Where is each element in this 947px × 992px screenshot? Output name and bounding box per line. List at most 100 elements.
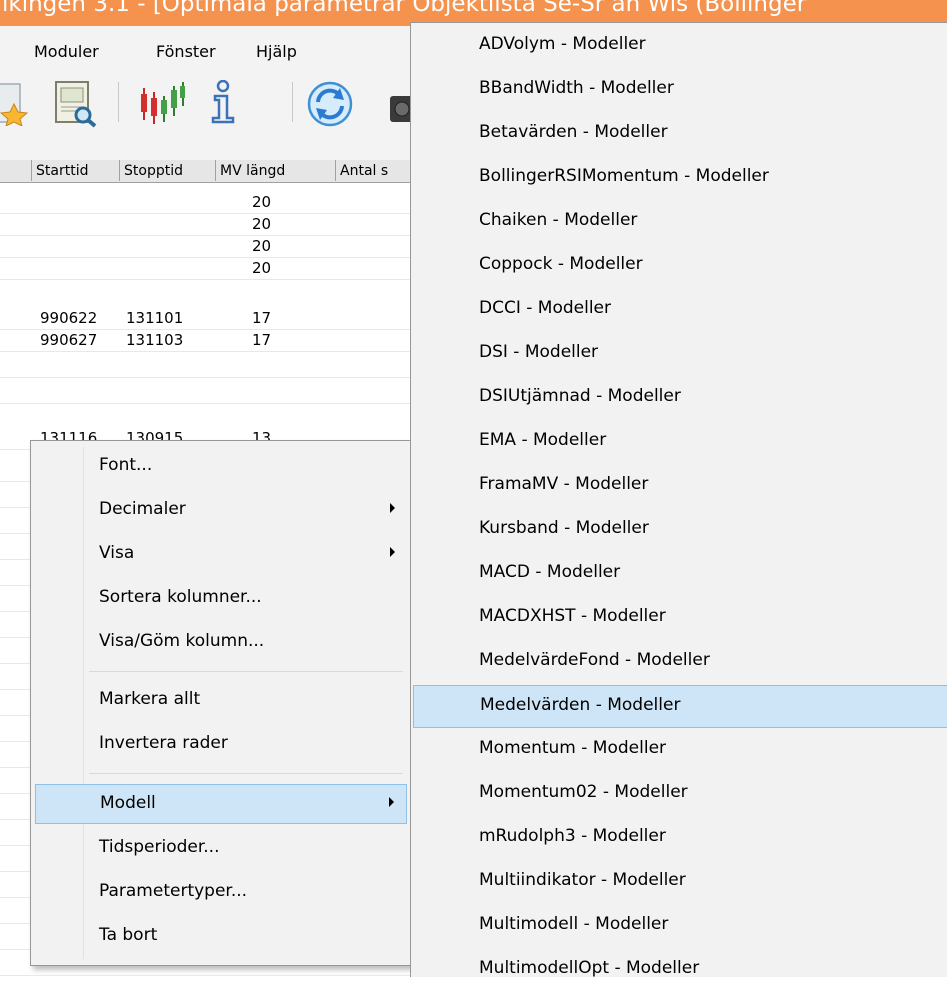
refresh-icon[interactable] xyxy=(306,80,354,128)
document-search-icon[interactable] xyxy=(50,80,100,128)
submenu-item[interactable]: EMA - Modeller xyxy=(413,421,947,464)
menu-hjalp[interactable]: Hjälp xyxy=(256,42,297,61)
candlestick-chart-icon[interactable] xyxy=(138,82,186,126)
menu-item-label: Ta bort xyxy=(99,925,158,945)
column-header-starttid[interactable]: Starttid xyxy=(32,160,120,181)
menu-item-tidsperioder[interactable]: Tidsperioder... xyxy=(35,829,407,869)
submenu-item-label: Momentum02 - Modeller xyxy=(479,782,688,802)
submenu-item-label: ADVolym - Modeller xyxy=(479,34,646,54)
menu-moduler[interactable]: Moduler xyxy=(34,42,99,61)
submenu-item-label: Coppock - Modeller xyxy=(479,254,643,274)
submenu-item[interactable]: MACDXHST - Modeller xyxy=(413,597,947,640)
window-title: ikingen 3.1 - [Optimala parametrar Objek… xyxy=(2,0,807,17)
cell-mv-langd: 17 xyxy=(252,331,272,349)
menu-item-ta-bort[interactable]: Ta bort xyxy=(35,917,407,957)
menu-item-label: Sortera kolumner... xyxy=(99,587,262,607)
submenu-item[interactable]: Momentum - Modeller xyxy=(413,729,947,772)
submenu-item[interactable]: Kursband - Modeller xyxy=(413,509,947,552)
star-document-icon[interactable] xyxy=(0,82,36,127)
cell-stopptid: 131103 xyxy=(126,331,184,349)
submenu-item[interactable]: BollingerRSIMomentum - Modeller xyxy=(413,157,947,200)
table-row[interactable]: 990622 131101 17 xyxy=(0,308,420,330)
cell-starttid: 990627 xyxy=(40,331,98,349)
cell-mv-langd: 20 xyxy=(252,215,272,233)
submenu-item-label: DSI - Modeller xyxy=(479,342,599,362)
submenu-item-label: DSIUtjämnad - Modeller xyxy=(479,386,681,406)
table-row[interactable]: 20 xyxy=(0,192,420,214)
submenu-item[interactable]: Betavärden - Modeller xyxy=(413,113,947,156)
submenu-item[interactable]: ADVolym - Modeller xyxy=(413,25,947,68)
submenu-item[interactable]: DSIUtjämnad - Modeller xyxy=(413,377,947,420)
toolbar-separator xyxy=(118,82,119,122)
table-row[interactable] xyxy=(0,356,420,378)
submenu-item[interactable]: Multiindikator - Modeller xyxy=(413,861,947,904)
menu-item-label: Visa xyxy=(99,543,135,563)
column-header-antal[interactable]: Antal s xyxy=(336,160,420,181)
menu-item-modell[interactable]: Modell xyxy=(35,784,407,824)
submenu-item-label: MACD - Modeller xyxy=(479,562,621,582)
modell-submenu: ADVolym - Modeller BBandWidth - Modeller B… xyxy=(410,22,947,978)
submenu-item-label: mRudolph3 - Modeller xyxy=(479,826,666,846)
menu-item-label: Font... xyxy=(99,455,153,475)
menu-item-label: Decimaler xyxy=(99,499,186,519)
submenu-item-label: Medelvärden - Modeller xyxy=(480,695,681,715)
submenu-item-label: Multiindikator - Modeller xyxy=(479,870,686,890)
menu-item-label: Markera allt xyxy=(99,689,201,709)
table-row[interactable]: 990627 131103 17 xyxy=(0,330,420,352)
table-row[interactable]: 20 xyxy=(0,236,420,258)
submenu-item-label: MultimodellOpt - Modeller xyxy=(479,958,700,978)
grid-header: Starttid Stopptid MV längd Antal s xyxy=(0,160,420,183)
menu-item-visa-gom-kolumn[interactable]: Visa/Göm kolumn... xyxy=(35,623,407,663)
submenu-item[interactable]: MultimodellOpt - Modeller xyxy=(413,949,947,992)
submenu-item[interactable]: DSI - Modeller xyxy=(413,333,947,376)
cell-starttid: 990622 xyxy=(40,309,98,327)
grid-header-corner xyxy=(0,160,32,181)
menu-item-sortera-kolumner[interactable]: Sortera kolumner... xyxy=(35,579,407,619)
submenu-item-label: Kursband - Modeller xyxy=(479,518,649,538)
toolbar-separator xyxy=(292,82,293,122)
menu-item-font[interactable]: Font... xyxy=(35,447,407,487)
submenu-arrow-icon xyxy=(390,503,395,513)
menu-separator xyxy=(89,773,403,774)
submenu-item-label: Multimodell - Modeller xyxy=(479,914,669,934)
menu-item-label: Tidsperioder... xyxy=(99,837,220,857)
context-menu: Font... Decimaler Visa Sortera kolumner.… xyxy=(30,440,412,966)
menu-item-parametertyper[interactable]: Parametertyper... xyxy=(35,873,407,913)
menu-item-invertera-rader[interactable]: Invertera rader xyxy=(35,725,407,765)
column-header-mv-langd[interactable]: MV längd xyxy=(216,160,336,181)
submenu-item[interactable]: Coppock - Modeller xyxy=(413,245,947,288)
submenu-item[interactable]: MedelvärdeFond - Modeller xyxy=(413,641,947,684)
submenu-item[interactable]: Multimodell - Modeller xyxy=(413,905,947,948)
submenu-item-label: Chaiken - Modeller xyxy=(479,210,638,230)
cell-stopptid: 131101 xyxy=(126,309,184,327)
submenu-item-label: EMA - Modeller xyxy=(479,430,607,450)
menu-item-label: Visa/Göm kolumn... xyxy=(99,631,265,651)
menu-item-visa[interactable]: Visa xyxy=(35,535,407,575)
menu-item-markera-allt[interactable]: Markera allt xyxy=(35,681,407,721)
menu-item-label: Parametertyper... xyxy=(99,881,248,901)
info-icon[interactable] xyxy=(206,79,240,126)
column-header-stopptid[interactable]: Stopptid xyxy=(120,160,216,181)
submenu-item-label: MACDXHST - Modeller xyxy=(479,606,666,626)
menu-fonster[interactable]: Fönster xyxy=(156,42,216,61)
menu-item-decimaler[interactable]: Decimaler xyxy=(35,491,407,531)
camera-icon[interactable] xyxy=(388,86,410,126)
cell-mv-langd: 20 xyxy=(252,259,272,277)
menu-separator xyxy=(89,671,403,672)
submenu-item[interactable]: Medelvärden - Modeller xyxy=(413,685,947,728)
submenu-item[interactable]: mRudolph3 - Modeller xyxy=(413,817,947,860)
submenu-item-label: Betavärden - Modeller xyxy=(479,122,668,142)
table-row[interactable] xyxy=(0,382,420,404)
submenu-item-label: FramaMV - Modeller xyxy=(479,474,649,494)
menu-item-label: Modell xyxy=(100,793,156,813)
submenu-item[interactable]: MACD - Modeller xyxy=(413,553,947,596)
submenu-item[interactable]: DCCI - Modeller xyxy=(413,289,947,332)
submenu-item[interactable]: Chaiken - Modeller xyxy=(413,201,947,244)
submenu-item[interactable]: Momentum02 - Modeller xyxy=(413,773,947,816)
submenu-item[interactable]: FramaMV - Modeller xyxy=(413,465,947,508)
table-row[interactable]: 20 xyxy=(0,214,420,236)
table-row[interactable]: 20 xyxy=(0,258,420,280)
submenu-item[interactable]: BBandWidth - Modeller xyxy=(413,69,947,112)
submenu-arrow-icon xyxy=(390,547,395,557)
submenu-item-label: BBandWidth - Modeller xyxy=(479,78,674,98)
